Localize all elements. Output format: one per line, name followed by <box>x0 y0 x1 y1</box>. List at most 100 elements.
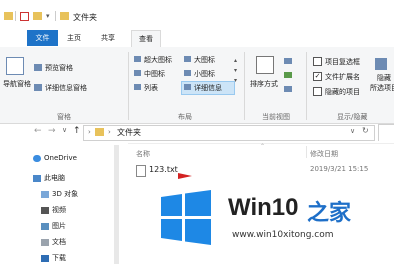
nav-label: 文档 <box>52 238 66 246</box>
nav-label: OneDrive <box>44 154 77 162</box>
address-dropdown-icon[interactable]: ∨ <box>350 127 355 135</box>
hide-selected-button[interactable]: 隐藏 <box>377 73 391 83</box>
nav-scrollbar[interactable] <box>114 145 119 264</box>
layout-medium-icons[interactable]: 中图标 <box>144 69 165 79</box>
nav-label: 下载 <box>52 254 66 262</box>
cube-icon <box>41 190 49 198</box>
back-arrow-icon[interactable]: ← <box>34 126 42 136</box>
details-pane-button[interactable]: 详细信息窗格 <box>45 83 87 93</box>
hide-selected-button-line2[interactable]: 所选项目 <box>370 83 394 93</box>
layout-small-icons[interactable]: 小图标 <box>194 69 215 79</box>
column-header-name[interactable]: 名称 <box>136 149 150 159</box>
layout-scroll-icon[interactable]: ▴ ▾ ▾ <box>234 56 237 86</box>
nav-item-3d-objects[interactable]: 3D 对象 <box>41 188 78 200</box>
nav-item-this-pc[interactable]: 此电脑 <box>33 172 65 184</box>
forward-arrow-icon[interactable]: → <box>48 126 56 136</box>
tab-home[interactable]: 主页 <box>62 30 86 46</box>
nav-label: 3D 对象 <box>52 190 79 198</box>
item-checkboxes-label: 项目复选框 <box>325 58 360 66</box>
video-icon <box>41 206 49 214</box>
group-by-icon[interactable] <box>284 58 292 64</box>
watermark-brand: Win10 <box>228 194 299 221</box>
sort-indicator-icon: ⌃ <box>260 143 266 150</box>
quick-access-dropdown-icon[interactable]: ▾ <box>46 12 50 20</box>
text-file-icon <box>136 165 146 177</box>
navigation-pane: OneDrive 此电脑 3D 对象 视频 图片 文档 下载 <box>0 141 120 264</box>
hidden-items-label: 隐藏的项目 <box>325 88 360 96</box>
nav-label: 视频 <box>52 206 66 214</box>
hidden-items-checkbox[interactable] <box>313 87 322 96</box>
divider <box>55 11 56 21</box>
nav-item-downloads[interactable]: 下载 <box>41 252 66 264</box>
preview-pane-icon <box>34 64 42 71</box>
nav-item-pictures[interactable]: 图片 <box>41 220 66 232</box>
column-divider <box>306 146 307 158</box>
navigation-pane-button[interactable]: 导航窗格 <box>3 79 31 89</box>
group-label-show-hide: 显示/隐藏 <box>337 113 368 121</box>
column-header-modified[interactable]: 修改日期 <box>310 149 338 159</box>
group-label-current-view: 当前视图 <box>262 113 290 121</box>
list-icon <box>134 84 141 90</box>
window-folder-icon <box>60 12 69 20</box>
group-label-panes: 窗格 <box>57 113 71 121</box>
new-folder-icon[interactable] <box>33 12 42 20</box>
large-icons-icon <box>184 56 191 62</box>
ribbon-separator <box>306 52 307 120</box>
picture-icon <box>41 222 49 230</box>
layout-details[interactable]: 详细信息 <box>194 83 222 93</box>
nav-label: 图片 <box>52 222 66 230</box>
file-name: 123.txt <box>149 165 178 174</box>
tab-share[interactable]: 共享 <box>96 30 120 46</box>
watermark-url: www.win10xitong.com <box>232 230 334 240</box>
small-icons-icon <box>184 70 191 76</box>
group-label-layout: 布局 <box>178 113 192 121</box>
computer-icon <box>33 174 41 182</box>
tab-view[interactable]: 查看 <box>131 30 161 47</box>
nav-item-videos[interactable]: 视频 <box>41 204 66 216</box>
item-checkboxes-checkbox[interactable] <box>313 57 322 66</box>
chevron-right-icon: › <box>88 128 91 136</box>
table-row[interactable]: 123.txt 2019/3/21 15:15 <box>132 163 394 177</box>
download-icon <box>41 254 49 262</box>
nav-item-documents[interactable]: 文档 <box>41 236 66 248</box>
chevron-right-icon: › <box>108 128 111 136</box>
details-pane-icon <box>34 84 42 91</box>
divider <box>15 11 16 21</box>
size-columns-icon[interactable] <box>284 86 292 92</box>
red-arrow-icon <box>178 173 192 179</box>
window-title: 文件夹 <box>73 13 97 22</box>
watermark-brand-cn: 之家 <box>307 201 352 226</box>
cloud-icon <box>33 154 41 162</box>
up-arrow-icon[interactable]: ↑ <box>73 126 81 136</box>
medium-icons-icon <box>134 70 141 76</box>
address-path[interactable]: 文件夹 <box>117 127 141 138</box>
file-extensions-checkbox[interactable]: ✓ <box>313 72 322 81</box>
watermark: Win10 之家 www.win10xitong.com <box>155 188 385 250</box>
refresh-icon[interactable]: ↻ <box>362 126 369 135</box>
ribbon-separator <box>128 52 129 120</box>
title-bar: ▾ 文件夹 <box>0 0 394 30</box>
layout-list[interactable]: 列表 <box>144 83 158 93</box>
sort-by-button[interactable]: 排序方式 <box>250 79 278 89</box>
tab-file[interactable]: 文件 <box>27 30 58 46</box>
layout-extra-large-icons[interactable]: 超大图标 <box>144 55 172 65</box>
navigation-pane-icon[interactable] <box>6 57 24 75</box>
nav-item-onedrive[interactable]: OneDrive <box>33 152 77 164</box>
ribbon-tab-bar <box>0 30 394 48</box>
folder-icon <box>4 12 13 20</box>
preview-pane-button[interactable]: 预览窗格 <box>45 63 73 73</box>
document-icon <box>41 238 49 246</box>
add-columns-icon[interactable] <box>284 72 292 78</box>
sort-by-icon <box>256 56 274 74</box>
ribbon-separator <box>244 52 245 120</box>
windows-logo-icon <box>155 188 215 248</box>
details-icon <box>184 84 191 90</box>
recent-dropdown-icon[interactable]: ∨ <box>62 126 67 134</box>
file-modified: 2019/3/21 15:15 <box>310 165 369 173</box>
file-extensions-label: 文件扩展名 <box>325 73 360 81</box>
extra-large-icons-icon <box>134 56 141 62</box>
search-box[interactable] <box>378 124 394 142</box>
properties-icon[interactable] <box>20 12 29 21</box>
layout-large-icons[interactable]: 大图标 <box>194 55 215 65</box>
path-folder-icon <box>95 128 104 136</box>
